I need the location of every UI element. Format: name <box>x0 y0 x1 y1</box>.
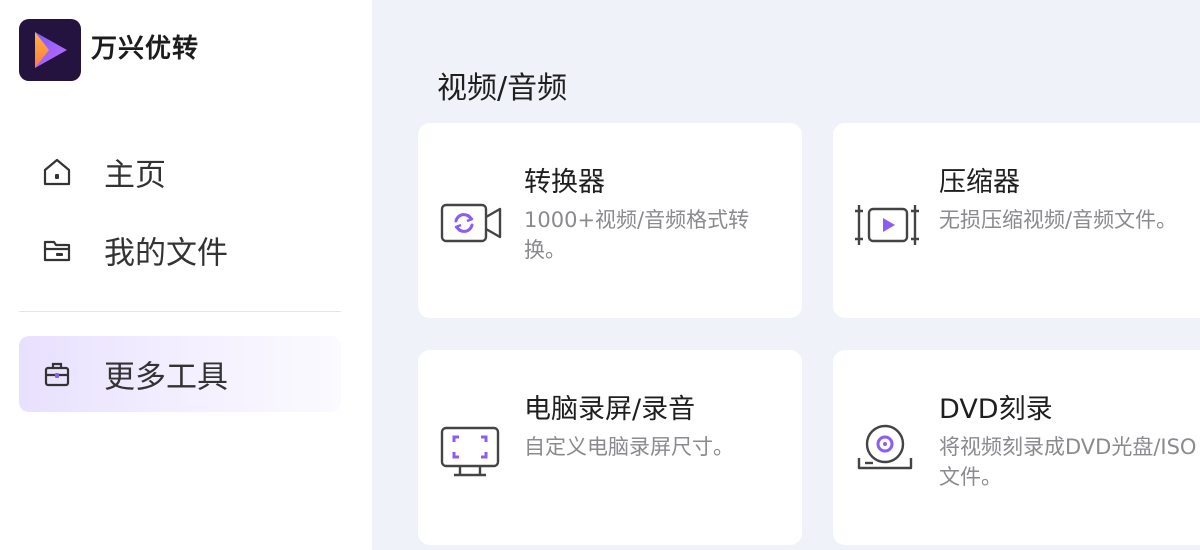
sidebar-item-home[interactable]: 主页 <box>19 134 341 210</box>
card-title: DVD刻录 <box>939 394 1053 425</box>
sidebar-item-label: 主页 <box>104 157 166 194</box>
sidebar-divider <box>19 311 341 312</box>
folder-icon <box>41 234 73 266</box>
tool-card-compressor[interactable]: 压缩器 无损压缩视频/音频文件。 <box>833 123 1200 318</box>
app-logo-icon <box>19 19 81 81</box>
card-description: 无损压缩视频/音频文件。 <box>939 208 1178 232</box>
card-title: 转换器 <box>524 167 605 198</box>
sidebar-item-my-files[interactable]: 我的文件 <box>19 212 341 288</box>
dvd-burner-icon <box>853 422 921 482</box>
app-window: 万兴优转 主页 我的文件 更多工具 视频/音频 转换器 1000+视频/音频格式… <box>0 0 1200 550</box>
sidebar: 万兴优转 主页 我的文件 更多工具 <box>0 0 372 550</box>
tool-card-converter[interactable]: 转换器 1000+视频/音频格式转换。 <box>418 123 802 318</box>
sidebar-item-label: 更多工具 <box>104 359 228 396</box>
tool-card-dvd-burner[interactable]: DVD刻录 将视频刻录成DVD光盘/ISO文件。 <box>833 350 1200 545</box>
toolbox-icon <box>41 358 73 390</box>
card-description: 自定义电脑录屏尺寸。 <box>524 435 734 459</box>
card-title: 压缩器 <box>939 167 1020 198</box>
tool-card-screen-recorder[interactable]: 电脑录屏/录音 自定义电脑录屏尺寸。 <box>418 350 802 545</box>
section-title: 视频/音频 <box>437 71 568 106</box>
screen-recorder-icon <box>438 422 506 482</box>
card-title: 电脑录屏/录音 <box>524 394 696 425</box>
card-description: 1000+视频/音频格式转换。 <box>524 208 750 262</box>
home-icon <box>41 156 73 188</box>
app-name: 万兴优转 <box>91 34 200 64</box>
sidebar-item-label: 我的文件 <box>104 235 228 272</box>
converter-icon <box>438 195 506 255</box>
sidebar-item-more-tools[interactable]: 更多工具 <box>19 336 341 412</box>
card-description: 将视频刻录成DVD光盘/ISO文件。 <box>939 435 1197 489</box>
compressor-icon <box>853 195 921 255</box>
main-content: 视频/音频 转换器 1000+视频/音频格式转换。 压缩器 无损压缩视频/音频文… <box>372 0 1200 550</box>
